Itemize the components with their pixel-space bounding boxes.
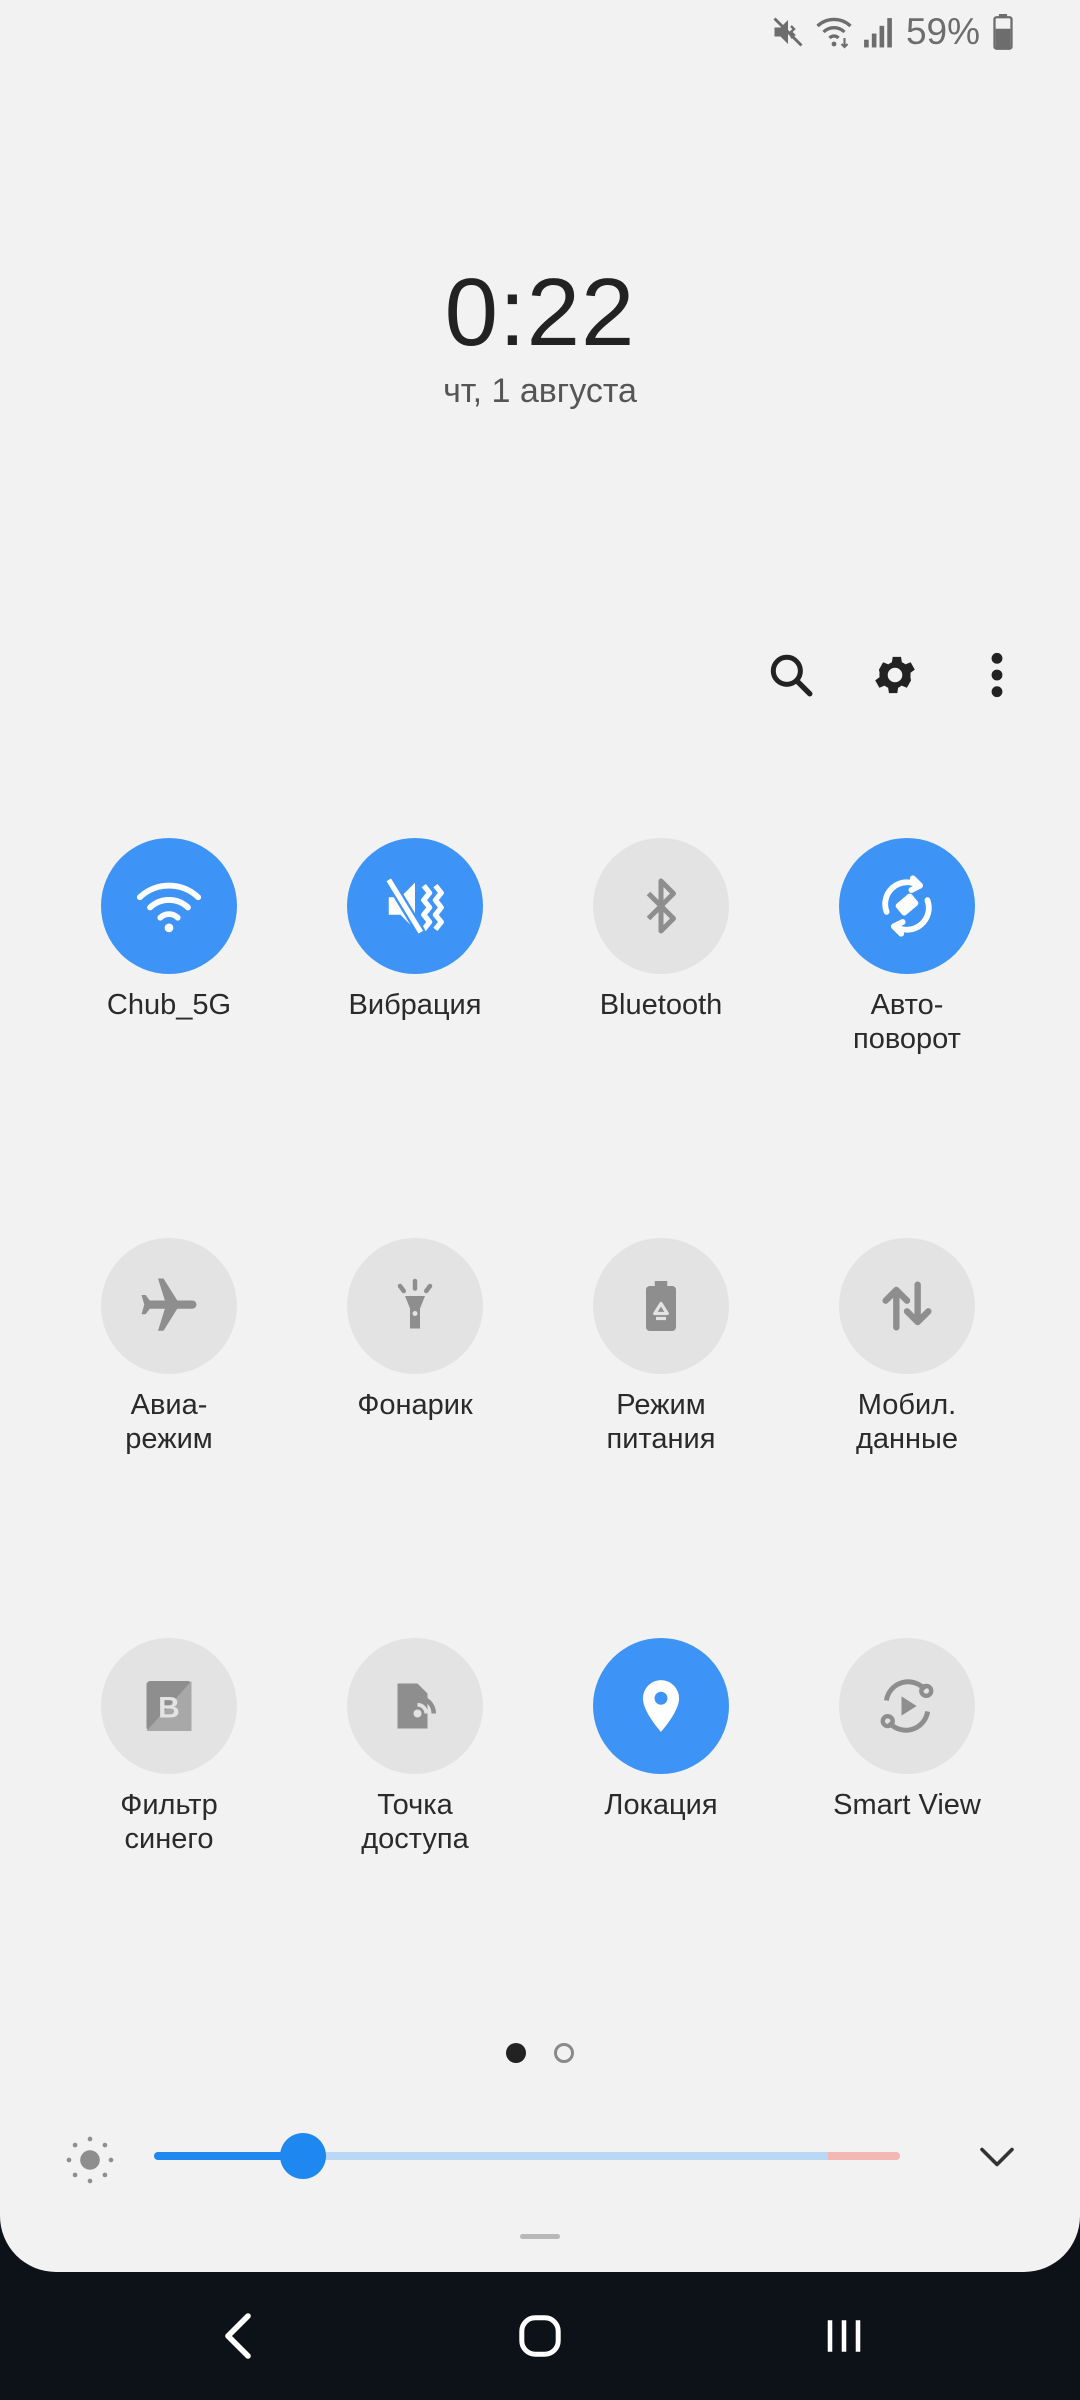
- tile-location[interactable]: Локация: [538, 1638, 784, 1822]
- clock-time: 0:22: [444, 259, 636, 366]
- vibrate-icon: [347, 838, 483, 974]
- tile-label: Авто- поворот: [853, 989, 961, 1055]
- tile-label: Режим питания: [606, 1389, 716, 1455]
- battery-percent: 59%: [905, 11, 980, 52]
- tile-airplane[interactable]: Авиа- режим: [46, 1238, 292, 1456]
- tile-label: Авиа- режим: [125, 1389, 213, 1455]
- tile-label: Фонарик: [357, 1389, 473, 1421]
- wifi-icon: [814, 14, 854, 50]
- tile-power-mode[interactable]: Режим питания: [538, 1238, 784, 1456]
- search-icon[interactable]: [756, 640, 826, 710]
- location-icon: [593, 1638, 729, 1774]
- more-vert-icon[interactable]: [962, 640, 1032, 710]
- quick-settings-panel: 59% 0:22 чт, 1 августа Chub_5G Вибрация: [0, 0, 1080, 2272]
- mobile-data-icon: [839, 1238, 975, 1374]
- page-indicator: [0, 2043, 1080, 2063]
- page-dot-active[interactable]: [506, 2043, 526, 2063]
- tile-label: Мобил. данные: [855, 1389, 959, 1455]
- tile-flashlight[interactable]: Фонарик: [292, 1238, 538, 1422]
- svg-text:B: B: [158, 1691, 180, 1724]
- blue-filter-icon: B: [101, 1638, 237, 1774]
- tile-auto-rotate[interactable]: Авто- поворот: [784, 838, 1030, 1056]
- mute-icon: [770, 14, 806, 50]
- airplane-icon: [101, 1238, 237, 1374]
- signal-icon: [862, 15, 894, 49]
- tile-smart-view[interactable]: Smart View: [784, 1638, 1030, 1822]
- tile-label: Локация: [604, 1789, 718, 1821]
- tile-label: Chub_5G: [106, 989, 232, 1021]
- brightness-thumb[interactable]: [280, 2133, 327, 2179]
- hotspot-icon: [347, 1638, 483, 1774]
- brightness-slider[interactable]: [154, 2133, 900, 2179]
- auto-rotate-icon: [839, 838, 975, 974]
- brightness-high-zone: [828, 2152, 900, 2160]
- home-icon[interactable]: [480, 2296, 600, 2376]
- brightness-icon: [62, 2132, 118, 2188]
- power-mode-icon: [593, 1238, 729, 1374]
- tile-bluetooth[interactable]: Bluetooth: [538, 838, 784, 1022]
- quick-settings-toolbar: [0, 640, 1080, 710]
- status-bar: 59%: [770, 10, 1014, 54]
- tile-label: Smart View: [833, 1789, 981, 1821]
- battery-icon: [992, 14, 1014, 50]
- tile-label: Вибрация: [348, 989, 482, 1021]
- clock-date: чт, 1 августа: [443, 372, 637, 410]
- tile-label: Фильтр синего: [120, 1789, 218, 1855]
- back-icon[interactable]: [178, 2296, 298, 2376]
- navigation-bar: [0, 2272, 1080, 2400]
- smart-view-icon: [839, 1638, 975, 1774]
- chevron-down-icon[interactable]: [962, 2132, 1032, 2182]
- tile-hotspot[interactable]: Точка доступа: [292, 1638, 538, 1856]
- page-dot[interactable]: [554, 2043, 574, 2063]
- tile-blue-filter[interactable]: B Фильтр синего: [46, 1638, 292, 1856]
- flashlight-icon: [347, 1238, 483, 1374]
- tile-vibration[interactable]: Вибрация: [292, 838, 538, 1022]
- gear-icon[interactable]: [860, 640, 930, 710]
- recents-icon[interactable]: [784, 2296, 904, 2376]
- tile-mobile-data[interactable]: Мобил. данные: [784, 1238, 1030, 1456]
- drag-handle[interactable]: [520, 2234, 560, 2239]
- tile-wifi[interactable]: Chub_5G: [46, 838, 292, 1022]
- tile-label: Точка доступа: [361, 1789, 469, 1855]
- tile-label: Bluetooth: [599, 989, 723, 1021]
- bluetooth-icon: [593, 838, 729, 974]
- wifi-icon: [101, 838, 237, 974]
